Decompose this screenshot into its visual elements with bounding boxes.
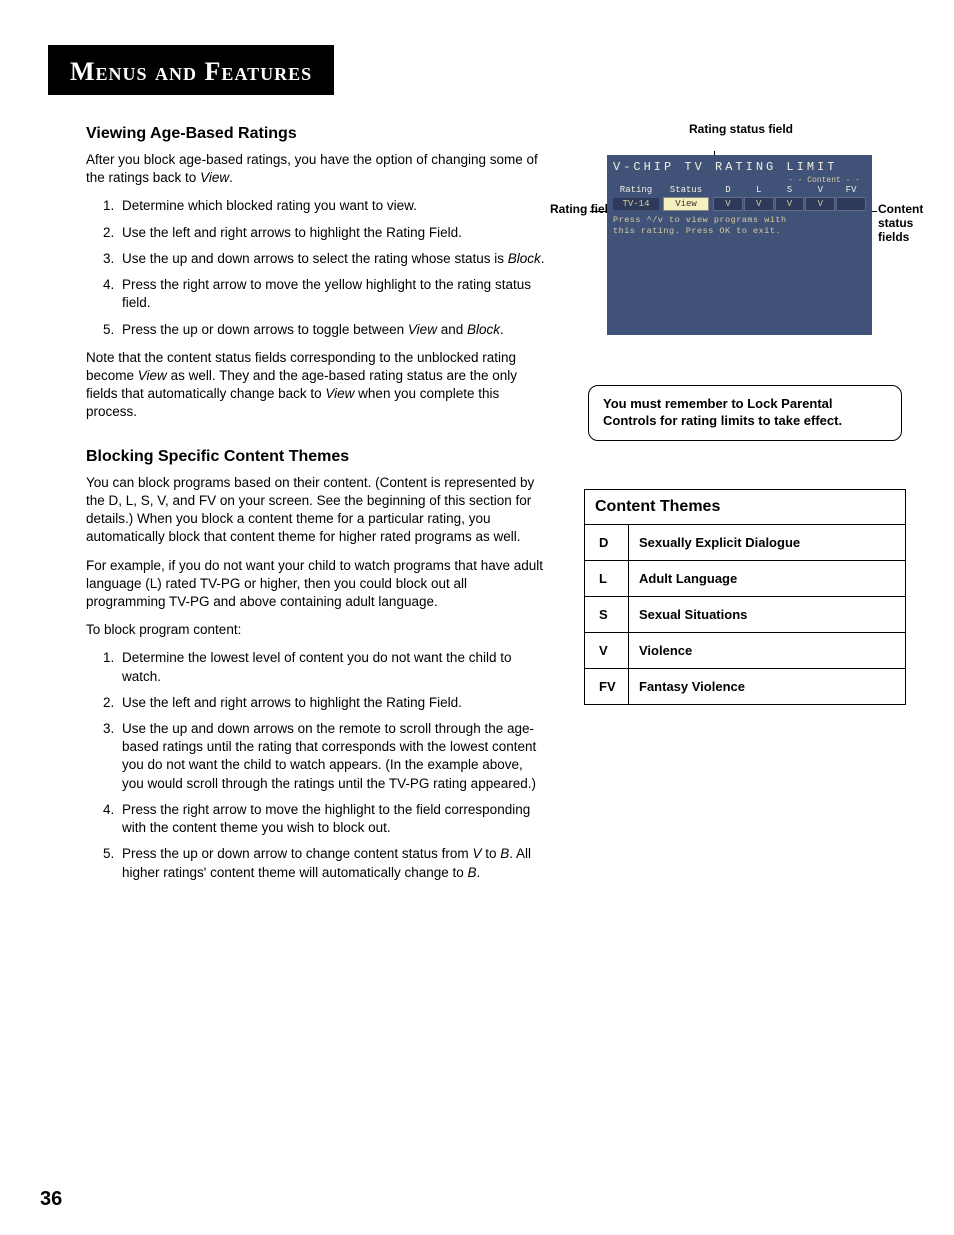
intro-paragraph: After you block age-based ratings, you h…	[86, 151, 546, 187]
section-heading: Viewing Age-Based Ratings	[86, 125, 546, 143]
paragraph: To block program content:	[86, 621, 546, 639]
tv-header-row: Rating Status D L S V FV	[613, 185, 866, 195]
list-item: Press the right arrow to move the highli…	[118, 801, 546, 837]
section-viewing-ratings: Viewing Age-Based Ratings After you bloc…	[86, 125, 546, 422]
tv-content-label: - - Content - -	[613, 176, 866, 185]
tv-data-row: TV-14 View V V V V	[613, 197, 866, 211]
page-number: 36	[40, 1188, 62, 1211]
list-item: Determine which blocked rating you want …	[118, 197, 546, 215]
tv-screen: V-CHIP TV RATING LIMIT - - Content - - R…	[607, 155, 872, 335]
table-row: LAdult Language	[585, 560, 906, 596]
tv-instruction: Press ^/v to view programs with this rat…	[613, 215, 866, 236]
figure-label-right: Content status fields	[878, 203, 923, 244]
figure-label-left: Rating field	[550, 203, 615, 217]
tv-title: V-CHIP TV RATING LIMIT	[613, 160, 866, 174]
list-item: Use the left and right arrows to highlig…	[118, 694, 546, 712]
table-header: Content Themes	[585, 489, 906, 524]
main-text-column: Viewing Age-Based Ratings After you bloc…	[86, 125, 546, 908]
vchip-figure: Rating status field Rating field Content…	[584, 125, 906, 345]
chapter-header: Menus and Features	[48, 45, 334, 95]
section-blocking-themes: Blocking Specific Content Themes You can…	[86, 448, 546, 882]
sidebar-column: Rating status field Rating field Content…	[584, 125, 906, 908]
section-heading: Blocking Specific Content Themes	[86, 448, 546, 466]
list-item: Press the up or down arrows to toggle be…	[118, 321, 546, 339]
table-row: FVFantasy Violence	[585, 668, 906, 704]
paragraph: You can block programs based on their co…	[86, 474, 546, 547]
rating-field-cell: TV-14	[613, 198, 659, 210]
note-paragraph: Note that the content status fields corr…	[86, 349, 546, 422]
table-row: SSexual Situations	[585, 596, 906, 632]
list-item: Use the up and down arrows to select the…	[118, 250, 546, 268]
steps-list: Determine the lowest level of content yo…	[86, 649, 546, 881]
rating-status-cell: View	[663, 197, 709, 211]
warning-note: You must remember to Lock Parental Contr…	[588, 385, 902, 441]
list-item: Press the up or down arrow to change con…	[118, 845, 546, 881]
content-status-cells: V V V V	[713, 197, 866, 211]
figure-label-top: Rating status field	[689, 123, 793, 137]
list-item: Determine the lowest level of content yo…	[118, 649, 546, 685]
list-item: Press the right arrow to move the yellow…	[118, 276, 546, 312]
content-themes-table: Content Themes DSexually Explicit Dialog…	[584, 489, 906, 705]
table-row: DSexually Explicit Dialogue	[585, 524, 906, 560]
list-item: Use the left and right arrows to highlig…	[118, 224, 546, 242]
steps-list: Determine which blocked rating you want …	[86, 197, 546, 338]
paragraph: For example, if you do not want your chi…	[86, 557, 546, 612]
list-item: Use the up and down arrows on the remote…	[118, 720, 546, 793]
table-row: VViolence	[585, 632, 906, 668]
